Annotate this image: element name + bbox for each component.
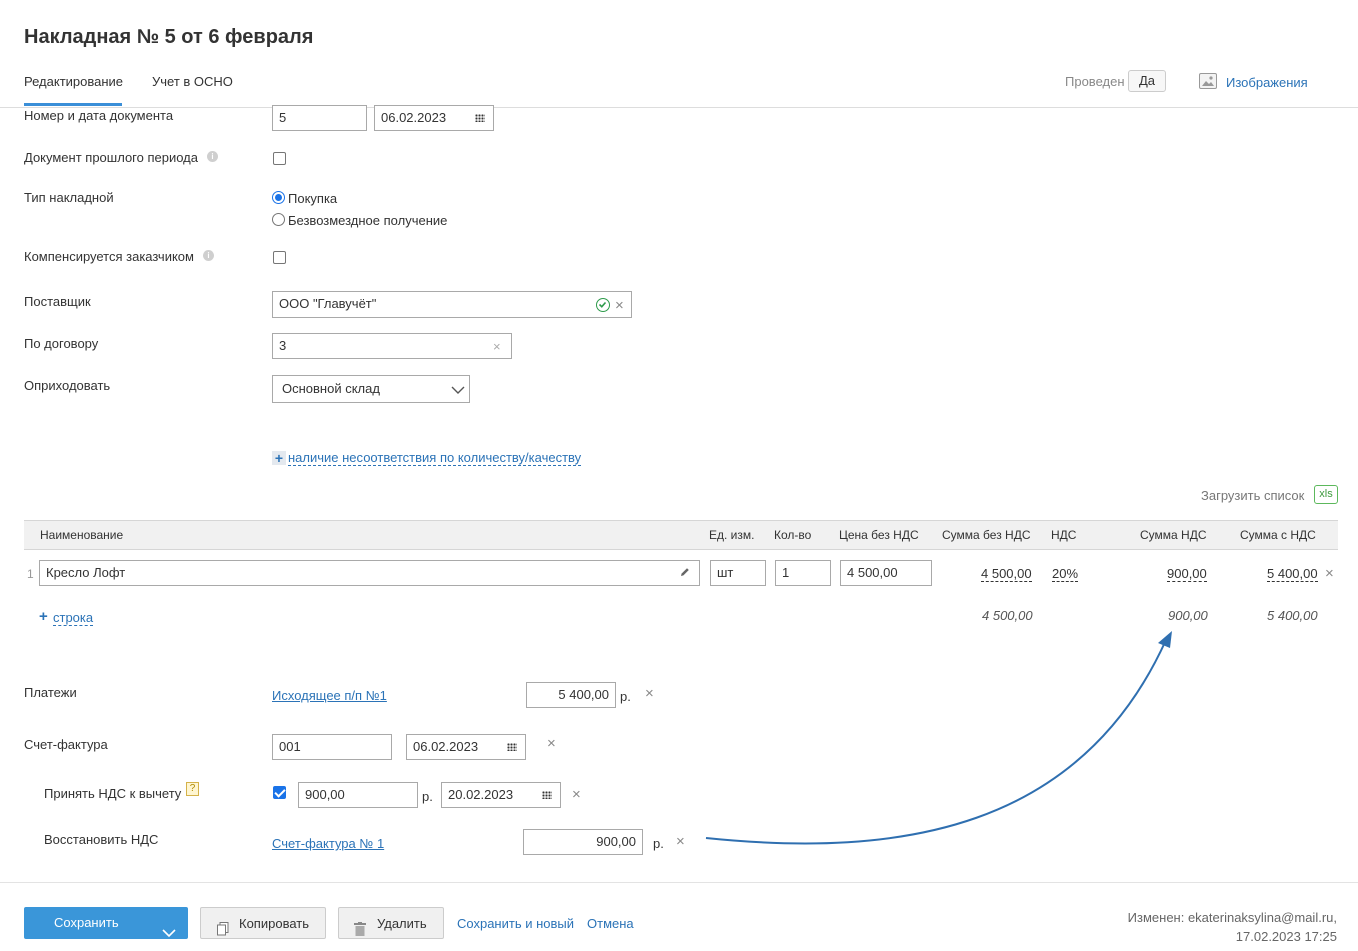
delete-label: Удалить xyxy=(377,916,427,931)
cancel-link[interactable]: Отмена xyxy=(587,916,634,931)
chevron-down-icon[interactable] xyxy=(162,918,176,950)
save-label: Сохранить xyxy=(54,915,119,930)
footer-divider xyxy=(0,882,1358,883)
annotation-arrow xyxy=(705,631,1172,845)
copy-button[interactable]: Копировать xyxy=(200,907,326,939)
delete-button[interactable]: Удалить xyxy=(338,907,444,939)
save-button[interactable]: Сохранить xyxy=(24,907,188,939)
copy-icon xyxy=(217,916,229,948)
copy-label: Копировать xyxy=(239,916,309,931)
save-and-new-link[interactable]: Сохранить и новый xyxy=(457,916,574,931)
changed-by: Изменен: ekaterinaksylina@mail.ru, xyxy=(1127,910,1337,925)
changed-at: 17.02.2023 17:25 xyxy=(1235,929,1337,944)
trash-icon xyxy=(354,916,366,948)
